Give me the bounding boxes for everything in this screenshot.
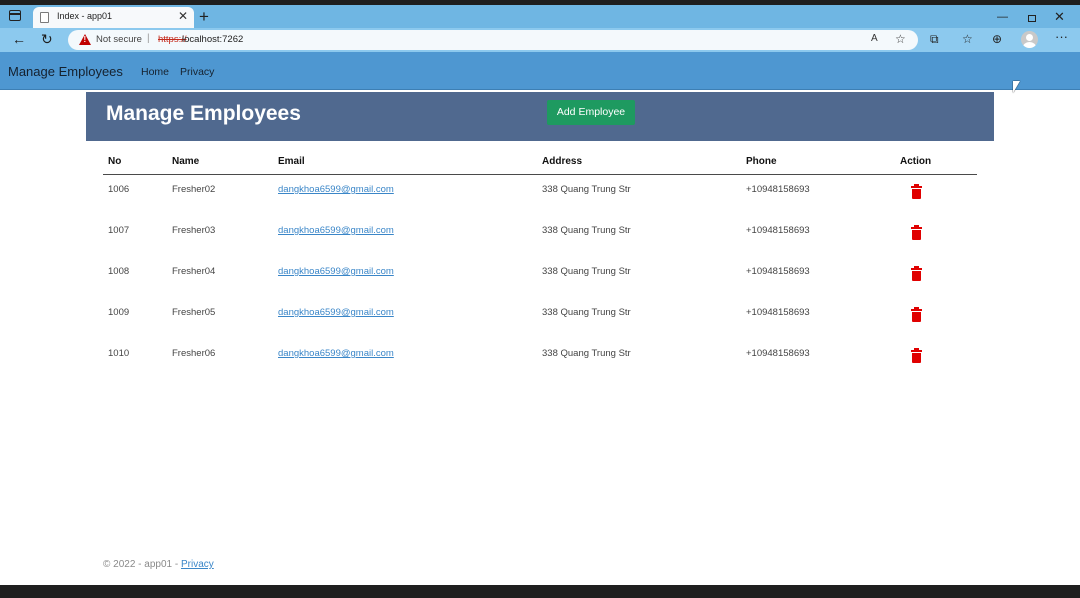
table-header: No Name Email Address Phone Action [103, 150, 977, 175]
page-footer: © 2022 - app01 - Privacy [103, 559, 214, 570]
column-header-address: Address [542, 156, 583, 167]
cell-email-link[interactable]: dangkhoa6599@gmail.com [278, 184, 394, 195]
more-options-icon[interactable]: ··· [1055, 29, 1068, 45]
cell-name: Fresher04 [172, 266, 216, 277]
security-label[interactable]: Not secure [96, 34, 142, 45]
address-bar[interactable]: Not secure | https:// localhost:7262 A ☆ [68, 30, 918, 50]
collections-icon[interactable]: ⊕ [992, 31, 1002, 47]
nav-link-privacy[interactable]: Privacy [180, 66, 214, 78]
new-tab-icon[interactable]: + [199, 8, 209, 25]
delete-trash-icon[interactable] [911, 348, 922, 363]
delete-trash-icon[interactable] [911, 184, 922, 199]
taskbar [0, 585, 1080, 598]
tab-title: Index - app01 [57, 11, 113, 21]
cell-phone: +10948158693 [746, 266, 810, 277]
navbar-brand[interactable]: Manage Employees [8, 64, 123, 79]
tab-actions-icon[interactable] [9, 10, 21, 21]
cell-no: 1010 [108, 348, 130, 359]
page-icon [40, 12, 49, 23]
add-favorite-icon[interactable]: ☆ [895, 32, 906, 46]
cell-no: 1008 [108, 266, 130, 277]
cell-email-link[interactable]: dangkhoa6599@gmail.com [278, 307, 394, 318]
table-row: 1006 Fresher02 dangkhoa6599@gmail.com 33… [103, 175, 977, 216]
site-navbar: Manage Employees Home Privacy [0, 52, 1080, 90]
cell-name: Fresher02 [172, 184, 216, 195]
cell-phone: +10948158693 [746, 348, 810, 359]
cell-address: 338 Quang Trung Str [542, 184, 631, 195]
cell-address: 338 Quang Trung Str [542, 225, 631, 236]
delete-trash-icon[interactable] [911, 266, 922, 281]
footer-text: © 2022 - app01 - [103, 559, 181, 570]
delete-trash-icon[interactable] [911, 307, 922, 322]
cell-phone: +10948158693 [746, 225, 810, 236]
close-window-icon[interactable]: ✕ [1054, 10, 1065, 23]
footer-privacy-link[interactable]: Privacy [181, 559, 214, 570]
cell-name: Fresher05 [172, 307, 216, 318]
cell-address: 338 Quang Trung Str [542, 348, 631, 359]
column-header-action: Action [900, 156, 932, 167]
table-row: 1008 Fresher04 dangkhoa6599@gmail.com 33… [103, 257, 977, 298]
cell-no: 1007 [108, 225, 130, 236]
cell-no: 1009 [108, 307, 130, 318]
cell-email-link[interactable]: dangkhoa6599@gmail.com [278, 225, 394, 236]
url-host: localhost:7262 [182, 34, 244, 45]
add-employee-button[interactable]: Add Employee [547, 100, 635, 125]
minimize-icon[interactable]: — [997, 11, 1008, 23]
page-title: Manage Employees [106, 102, 301, 125]
cell-email-link[interactable]: dangkhoa6599@gmail.com [278, 348, 394, 359]
browser-tab[interactable]: Index - app01 ✕ [33, 7, 194, 28]
column-header-phone: Phone [746, 156, 777, 167]
page-header: Manage Employees Add Employee [86, 92, 994, 141]
browser-tab-bar: Index - app01 ✕ + — ✕ [0, 5, 1080, 28]
cell-name: Fresher03 [172, 225, 216, 236]
favorites-icon[interactable]: ☆ [962, 31, 973, 47]
cell-phone: +10948158693 [746, 307, 810, 318]
read-aloud-icon[interactable]: A [871, 33, 878, 44]
employees-table: No Name Email Address Phone Action 1006 … [103, 150, 977, 380]
cell-phone: +10948158693 [746, 184, 810, 195]
cell-no: 1006 [108, 184, 130, 195]
table-row: 1010 Fresher06 dangkhoa6599@gmail.com 33… [103, 339, 977, 380]
table-row: 1007 Fresher03 dangkhoa6599@gmail.com 33… [103, 216, 977, 257]
cell-address: 338 Quang Trung Str [542, 307, 631, 318]
table-row: 1009 Fresher05 dangkhoa6599@gmail.com 33… [103, 298, 977, 339]
nav-link-home[interactable]: Home [141, 66, 169, 78]
column-header-name: Name [172, 156, 200, 167]
refresh-icon[interactable]: ↻ [41, 31, 53, 47]
address-toolbar: ← ↻ Not secure | https:// localhost:7262… [0, 28, 1080, 52]
cell-name: Fresher06 [172, 348, 216, 359]
column-header-no: No [108, 156, 122, 167]
restore-icon[interactable] [1028, 15, 1036, 22]
cell-email-link[interactable]: dangkhoa6599@gmail.com [278, 266, 394, 277]
column-header-email: Email [278, 156, 305, 167]
url-separator: | [147, 33, 150, 44]
extensions-icon[interactable]: ⧉ [930, 31, 939, 47]
back-icon[interactable]: ← [12, 31, 26, 47]
warning-icon[interactable] [79, 34, 91, 45]
cell-address: 338 Quang Trung Str [542, 266, 631, 277]
close-tab-icon[interactable]: ✕ [178, 9, 188, 23]
profile-avatar-icon[interactable] [1021, 31, 1038, 48]
delete-trash-icon[interactable] [911, 225, 922, 240]
mouse-cursor-icon [1013, 81, 1020, 93]
